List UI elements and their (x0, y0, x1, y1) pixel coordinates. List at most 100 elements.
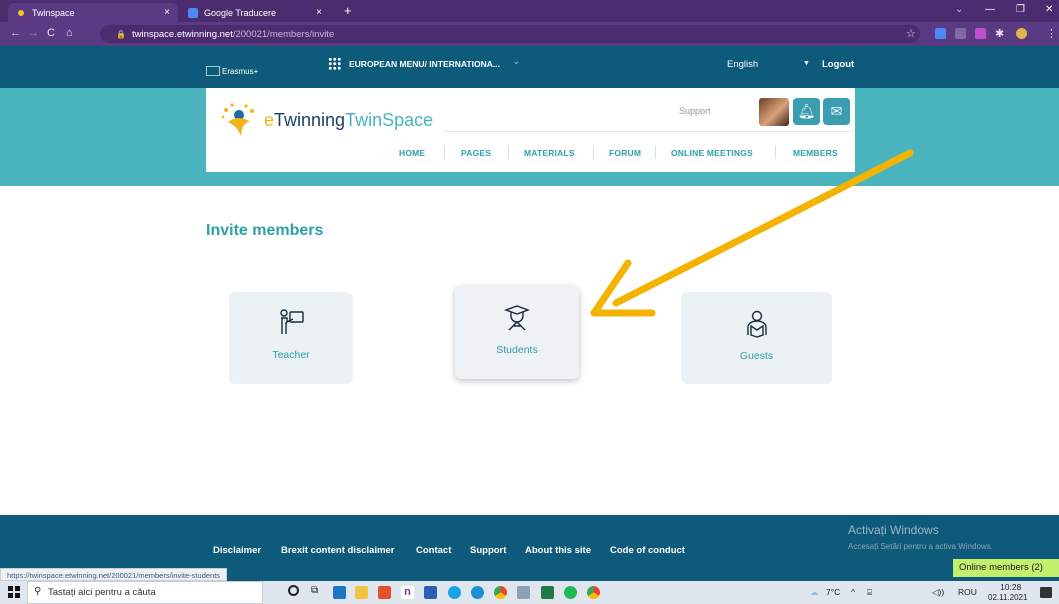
messages-envelope-icon[interactable]: ✉ (823, 98, 850, 125)
google-translate-extension-icon[interactable] (935, 28, 946, 39)
european-menu-dropdown[interactable]: EUROPEAN MENU/ INTERNATIONA... (349, 59, 500, 69)
windows-start-icon[interactable] (8, 586, 20, 598)
reload-icon[interactable]: C (47, 27, 55, 39)
search-icon: ⚲ (34, 586, 42, 597)
tab-search-icon[interactable]: ⌄ (955, 4, 963, 15)
onenote-icon[interactable]: n (401, 586, 414, 599)
footer-link-about[interactable]: About this site (525, 545, 591, 556)
close-window-icon[interactable]: ✕ (1045, 4, 1053, 15)
extension-icon[interactable] (955, 28, 966, 39)
support-link[interactable]: Support (679, 106, 711, 116)
close-tab-icon[interactable]: × (164, 7, 170, 18)
grid-menu-icon[interactable] (328, 57, 341, 70)
task-view-icon[interactable]: ⧉ (311, 585, 318, 596)
menu-divider (444, 146, 445, 159)
tab-label: Twinspace (32, 7, 75, 18)
page-title: Invite members (206, 222, 324, 239)
url-host: twinspace.etwinning.net (131, 28, 233, 40)
erasmus-logo[interactable]: Erasmus+ (206, 66, 258, 76)
forward-icon[interactable]: → (28, 27, 39, 39)
chrome-profile-icon[interactable] (587, 586, 600, 599)
b-extension-icon[interactable] (975, 28, 986, 39)
bookmark-star-icon[interactable]: ☆ (906, 27, 916, 40)
erasmus-label: Erasmus+ (222, 66, 259, 76)
skype-icon[interactable] (448, 586, 461, 599)
browser-tab-bar: Twinspace × Google Traducere × + ⌄ — ❐ ✕ (0, 0, 1059, 22)
word-icon[interactable] (424, 586, 437, 599)
card-label: Guests (739, 350, 774, 362)
logo-twinspace: TwinSpace (345, 110, 434, 130)
logout-link[interactable]: Logout (822, 59, 854, 70)
tab-label: Google Traducere (204, 7, 277, 18)
tab-twinspace[interactable]: Twinspace × (8, 3, 178, 22)
language-select[interactable]: English (727, 59, 758, 70)
logo-e: e (264, 110, 275, 130)
card-label: Students (496, 344, 538, 356)
user-avatar[interactable] (759, 98, 789, 126)
search-placeholder: Tastați aici pentru a căuta (48, 587, 156, 598)
action-center-icon[interactable] (1040, 587, 1052, 598)
activate-windows-subtitle: Accesați Setări pentru a activa Windows. (848, 542, 993, 551)
annotation-arrow (590, 149, 914, 317)
status-bar-url: https://twinspace.etwinning.net/200021/m… (0, 568, 228, 581)
online-members-button[interactable]: Online members (2) (953, 559, 1059, 577)
address-bar: ← → C ⌂ 🔒 twinspace.etwinning.net/200021… (0, 22, 1059, 46)
google-translate-favicon-icon (188, 7, 198, 18)
chevron-down-icon[interactable]: ⌄ (512, 56, 520, 67)
url-field[interactable]: 🔒 twinspace.etwinning.net/200021/members… (100, 25, 920, 43)
edge-icon[interactable] (471, 586, 484, 599)
excel-icon[interactable] (541, 586, 554, 599)
footer-link-code-of-conduct[interactable]: Code of conduct (610, 545, 685, 556)
home-icon[interactable]: ⌂ (66, 27, 73, 39)
weather-icon[interactable]: ☁ (810, 587, 819, 598)
footer-link-brexit[interactable]: Brexit content disclaimer (281, 545, 395, 556)
volume-icon[interactable]: ◁)) (932, 587, 944, 598)
site-logo-text[interactable]: eTwinningTwinSpace (264, 110, 433, 131)
network-icon[interactable]: ⌸ (867, 587, 872, 598)
tab-google-translate[interactable]: Google Traducere × (180, 3, 330, 22)
clock-time[interactable]: 10:28 (1000, 582, 1021, 592)
menu-home[interactable]: HOME (399, 148, 425, 158)
twinspace-favicon-icon (16, 7, 26, 18)
temperature-text: 7°C (826, 587, 841, 597)
menu-divider (508, 146, 509, 159)
footer-link-contact[interactable]: Contact (416, 545, 451, 556)
taskbar-search-input[interactable]: ⚲ Tastați aici pentru a căuta (27, 581, 263, 604)
invite-students-card[interactable]: Students (455, 286, 579, 379)
profile-avatar-icon[interactable] (1016, 28, 1027, 39)
teacher-icon (280, 309, 304, 334)
url-path: /200021/members/invite (232, 28, 335, 40)
browser-menu-icon[interactable]: ⋮ (1046, 27, 1057, 40)
clock-date[interactable]: 02.11.2021 (988, 593, 1027, 602)
notifications-bell-icon[interactable]: 🔔︎ (793, 98, 820, 125)
office-icon[interactable] (378, 586, 391, 599)
minimize-icon[interactable]: — (985, 4, 995, 15)
chrome-icon[interactable] (494, 586, 507, 599)
menu-pages[interactable]: PAGES (461, 148, 491, 158)
footer-link-support[interactable]: Support (470, 545, 506, 556)
input-language[interactable]: ROU (958, 587, 977, 597)
mail-app-icon[interactable] (333, 586, 346, 599)
tray-chevron-up-icon[interactable]: ^ (851, 587, 855, 597)
students-icon (503, 305, 531, 331)
footer-link-disclaimer[interactable]: Disclaimer (213, 545, 261, 556)
site-top-nav: Erasmus+ EUROPEAN MENU/ INTERNATIONA... … (0, 46, 1059, 88)
file-explorer-icon[interactable] (355, 586, 368, 599)
cortana-icon[interactable] (288, 585, 299, 596)
card-label: Teacher (272, 349, 310, 361)
erasmus-flag-icon (206, 66, 220, 76)
puzzle-extensions-icon[interactable]: ✱ (995, 27, 1004, 40)
app-icon[interactable] (517, 586, 530, 599)
spotify-icon[interactable] (564, 586, 577, 599)
invite-teacher-card[interactable]: Teacher (229, 292, 353, 384)
back-icon[interactable]: ← (10, 27, 21, 39)
logo-twinning: Twinning (274, 110, 346, 130)
new-tab-button[interactable]: + (344, 3, 352, 18)
header-divider (444, 131, 854, 132)
maximize-icon[interactable]: ❐ (1016, 4, 1025, 15)
etwinning-star-logo-icon (221, 103, 254, 136)
menu-materials[interactable]: MATERIALS (524, 148, 575, 158)
caret-down-icon: ▼ (803, 60, 810, 67)
activate-windows-title: Activați Windows (848, 523, 939, 537)
close-tab-icon[interactable]: × (316, 7, 322, 18)
